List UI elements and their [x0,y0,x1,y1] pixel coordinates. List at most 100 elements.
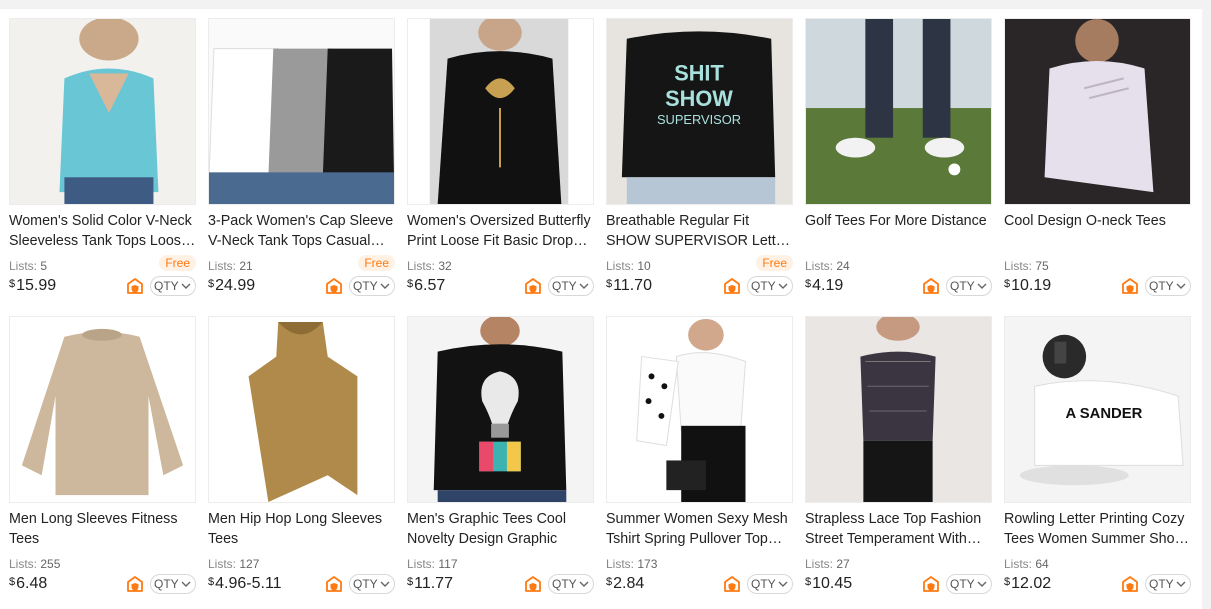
lists-count: Lists: 64 [1004,557,1049,571]
svg-text:SHOW: SHOW [665,86,733,111]
price-value: 11.70 [613,277,652,294]
product-price: $11.70 [606,277,652,295]
product-image-oneck-tee[interactable] [1004,18,1191,205]
product-title[interactable]: Golf Tees For More Distance [805,211,992,251]
cart-shield-icon[interactable] [126,575,144,593]
product-image-hiphop[interactable] [208,316,395,503]
product-image-tank-top[interactable] [9,18,196,205]
lists-value: 127 [239,557,260,571]
product-image-corset[interactable] [805,316,992,503]
price-value: 11.77 [414,575,453,592]
product-title[interactable]: Men Hip Hop Long Sleeves Tees [208,509,395,549]
qty-select[interactable]: QTY [349,574,395,594]
qty-select[interactable]: QTY [747,574,793,594]
qty-select[interactable]: QTY [150,276,196,296]
cart-shield-icon[interactable] [922,575,940,593]
qty-select[interactable]: QTY [946,574,992,594]
currency-symbol: $ [1004,278,1011,290]
lists-count: Lists: 75 [1004,259,1049,273]
product-card-2[interactable]: 3-Pack Women's Cap Sleeve V-Neck Tank To… [208,18,395,310]
price-value: 24.99 [215,277,256,294]
cart-shield-icon[interactable] [1121,277,1139,295]
product-card-12[interactable]: A SANDER Rowling Letter Printing Cozy Te… [1004,316,1191,608]
product-card-8[interactable]: Men Hip Hop Long Sleeves Tees Lists: 127… [208,316,395,608]
price-value: 15.99 [16,277,57,294]
lists-count: Lists: 24 [805,259,850,273]
product-card-7[interactable]: Men Long Sleeves Fitness Tees Lists: 255… [9,316,196,608]
product-card-11[interactable]: Strapless Lace Top Fashion Street Temper… [805,316,992,608]
product-title[interactable]: Cool Design O-neck Tees [1004,211,1191,251]
product-image-polka[interactable] [606,316,793,503]
product-title[interactable]: Summer Women Sexy Mesh Tshirt Spring Pul… [606,509,793,549]
product-card-3[interactable]: Women's Oversized Butterfly Print Loose … [407,18,594,310]
product-card-5[interactable]: Golf Tees For More Distance Lists: 24 $4… [805,18,992,310]
qty-select[interactable]: QTY [150,574,196,594]
product-card-10[interactable]: Summer Women Sexy Mesh Tshirt Spring Pul… [606,316,793,608]
product-card-4[interactable]: SHIT SHOW SUPERVISOR Breathable Regular … [606,18,793,310]
qty-select[interactable]: QTY [548,574,594,594]
product-title[interactable]: Women's Oversized Butterfly Print Loose … [407,211,594,251]
lists-label: Lists: [606,259,635,273]
qty-select[interactable]: QTY [747,276,793,296]
cart-shield-icon[interactable] [922,277,940,295]
qty-select[interactable]: QTY [548,276,594,296]
price-value: 10.19 [1011,277,1052,294]
product-image-three-tanks[interactable] [208,18,395,205]
product-image-bulb-tee[interactable] [407,316,594,503]
svg-text:SUPERVISOR: SUPERVISOR [657,112,741,127]
chevron-down-icon [778,283,788,289]
cart-shield-icon[interactable] [723,575,741,593]
product-image-long-sleeve[interactable] [9,316,196,503]
currency-symbol: $ [9,576,16,588]
product-price: $4.96-5.11 [208,575,282,593]
cart-shield-icon[interactable] [126,277,144,295]
chevron-down-icon [1176,581,1186,587]
qty-select[interactable]: QTY [349,276,395,296]
lists-value: 32 [438,259,452,273]
qty-select[interactable]: QTY [1145,276,1191,296]
chevron-down-icon [181,283,191,289]
lists-value: 21 [239,259,253,273]
lists-value: 255 [40,557,61,571]
chevron-down-icon [579,581,589,587]
product-title[interactable]: Rowling Letter Printing Cozy Tees Women … [1004,509,1191,549]
price-value: 4.96-5.11 [215,575,282,592]
cart-shield-icon[interactable] [325,575,343,593]
product-image-supervisor-tee[interactable]: SHIT SHOW SUPERVISOR [606,18,793,205]
lists-value: 64 [1035,557,1049,571]
qty-label: QTY [950,577,975,591]
product-title[interactable]: Men Long Sleeves Fitness Tees [9,509,196,549]
chevron-down-icon [778,581,788,587]
cart-shield-icon[interactable] [325,277,343,295]
product-price: $15.99 [9,277,56,295]
product-title[interactable]: Breathable Regular Fit SHOW SUPERVISOR L… [606,211,793,251]
currency-symbol: $ [606,278,613,290]
lists-label: Lists: [407,557,436,571]
product-card-6[interactable]: Cool Design O-neck Tees Lists: 75 $10.19… [1004,18,1191,310]
lists-value: 75 [1035,259,1049,273]
product-title[interactable]: Men's Graphic Tees Cool Novelty Design G… [407,509,594,549]
cart-shield-icon[interactable] [723,277,741,295]
cart-shield-icon[interactable] [524,575,542,593]
qty-select[interactable]: QTY [1145,574,1191,594]
product-image-golf[interactable] [805,18,992,205]
product-title[interactable]: Women's Solid Color V-Neck Sleeveless Ta… [9,211,196,251]
price-value: 2.84 [613,575,645,592]
lists-count: Lists: 5 [9,259,47,273]
qty-label: QTY [1149,279,1174,293]
lists-value: 10 [637,259,651,273]
currency-symbol: $ [407,278,414,290]
svg-text:SHIT: SHIT [674,60,724,85]
svg-text:A SANDER: A SANDER [1065,406,1142,422]
product-card-1[interactable]: Women's Solid Color V-Neck Sleeveless Ta… [9,18,196,310]
product-card-9[interactable]: Men's Graphic Tees Cool Novelty Design G… [407,316,594,608]
product-title[interactable]: Strapless Lace Top Fashion Street Temper… [805,509,992,549]
product-image-sander[interactable]: A SANDER [1004,316,1191,503]
product-image-butterfly-tee[interactable] [407,18,594,205]
lists-label: Lists: [805,557,834,571]
qty-select[interactable]: QTY [946,276,992,296]
qty-label: QTY [1149,577,1174,591]
cart-shield-icon[interactable] [524,277,542,295]
product-title[interactable]: 3-Pack Women's Cap Sleeve V-Neck Tank To… [208,211,395,251]
cart-shield-icon[interactable] [1121,575,1139,593]
